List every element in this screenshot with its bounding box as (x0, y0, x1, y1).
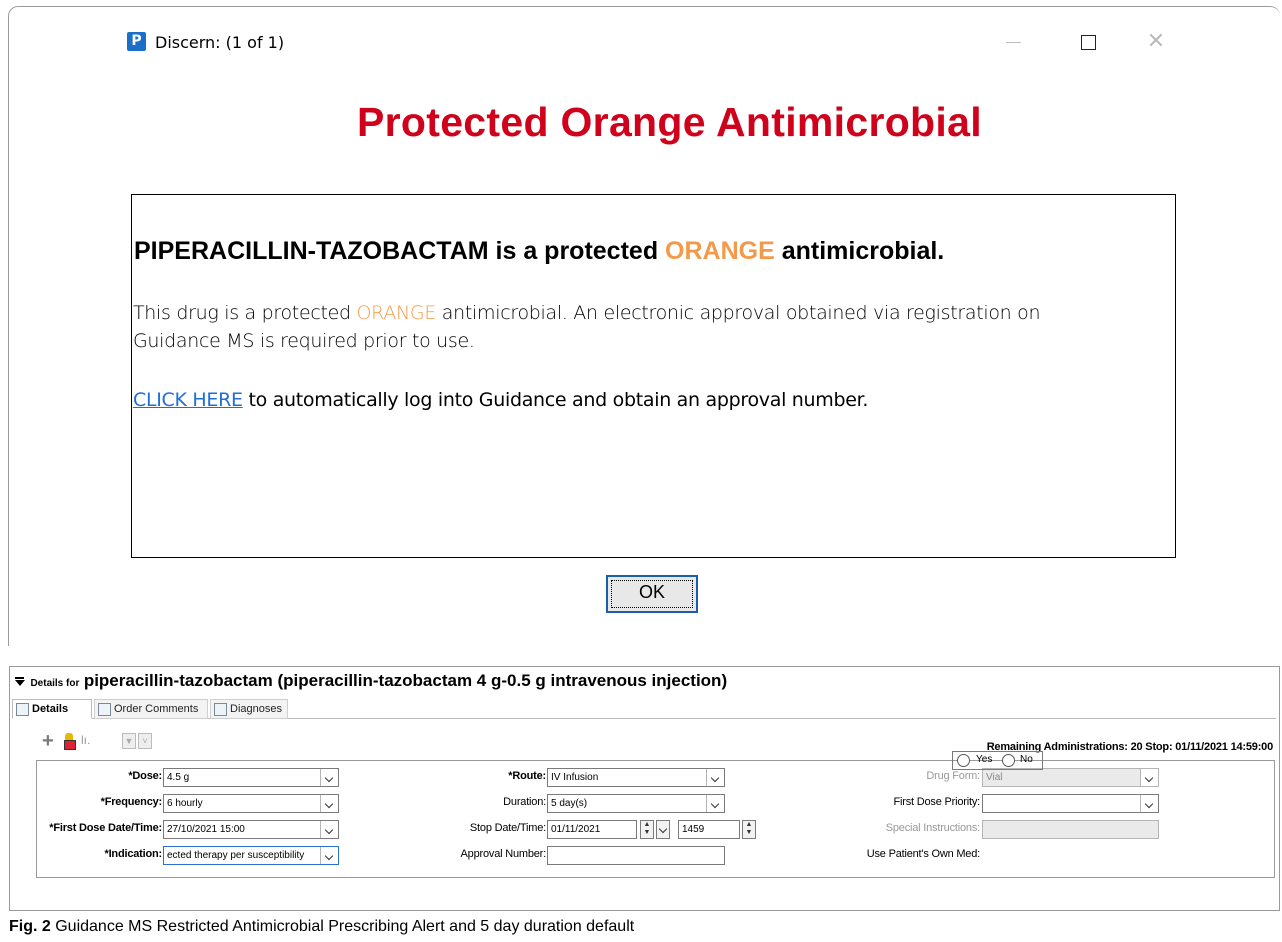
headline-part-2: antimicrobial. (774, 237, 945, 265)
approval-number-label: Approval Number: (460, 848, 547, 860)
duration-field[interactable]: 5 day(s) (547, 794, 725, 813)
dose-field[interactable]: 4.5 g (163, 768, 339, 787)
app-icon: P (127, 32, 146, 51)
tab-details-label: Details (32, 703, 69, 715)
figure-caption-text: Guidance MS Restricted Antimicrobial Pre… (50, 918, 635, 935)
frequency-field[interactable]: 6 hourly (163, 794, 339, 813)
discern-dialog: P Discern: (1 of 1) ✕ Protected Orange A… (8, 6, 1280, 646)
click-here-link[interactable]: CLICK HERE (133, 389, 243, 411)
duration-label: Duration: (503, 796, 546, 808)
title-bar: P Discern: (1 of 1) ✕ (9, 7, 1280, 75)
body-part-1: This drug is a protected (133, 302, 357, 324)
approval-number-input[interactable] (547, 846, 725, 865)
comments-tab-icon (98, 703, 111, 716)
own-med-no-radio[interactable] (1002, 754, 1015, 767)
special-instructions-label: Special Instructions: (885, 822, 980, 834)
chart-icon[interactable]: lı. (81, 733, 90, 747)
chevron-down-icon (1140, 769, 1158, 786)
tab-order-comments-label: Order Comments (114, 703, 199, 715)
maximize-icon[interactable] (1075, 29, 1101, 55)
frequency-label: *Frequency: (100, 796, 163, 808)
chevron-down-icon[interactable] (706, 769, 724, 786)
own-med-label: Use Patient's Own Med: (866, 848, 980, 860)
first-dose-field[interactable]: 27/10/2021 15:00 (163, 820, 339, 839)
window-title: Discern: (1 of 1) (155, 33, 285, 52)
indication-label: *Indication: (104, 848, 163, 860)
minimize-icon[interactable] (1001, 29, 1027, 55)
alert-message-body: This drug is a protected ORANGE antimicr… (133, 299, 1133, 355)
stop-date-label: Stop Date/Time: (469, 822, 546, 834)
alert-message-headline: PIPERACILLIN-TAZOBACTAM is a protected O… (134, 237, 944, 266)
chevron-down-icon[interactable] (320, 769, 338, 786)
stop-date-stepper[interactable]: ▲ ▼ (640, 820, 654, 839)
own-med-radio-group: Yes No (952, 751, 1043, 770)
drug-form-field: Vial (982, 768, 1159, 787)
move-down-icon[interactable]: ▼ (122, 733, 136, 749)
route-label: *Route: (508, 770, 546, 782)
first-dose-priority-field[interactable] (982, 794, 1159, 813)
details-tab-icon (16, 703, 29, 716)
route-field[interactable]: IV Infusion (547, 768, 725, 787)
indication-field[interactable]: ected therapy per susceptibility (163, 846, 339, 865)
own-med-no-label: No (1020, 754, 1033, 765)
chevron-down-icon[interactable] (320, 821, 338, 838)
tab-order-comments[interactable]: Order Comments (94, 699, 208, 719)
special-instructions-field (982, 820, 1159, 839)
chevron-down-icon[interactable] (1140, 795, 1158, 812)
own-med-yes-label: Yes (976, 754, 993, 765)
stop-date-calendar-dropdown[interactable] (656, 820, 670, 839)
indication-value: ected therapy per susceptibility (167, 850, 305, 861)
duration-value: 5 day(s) (551, 798, 588, 809)
route-value: IV Infusion (551, 772, 599, 783)
order-name: piperacillin-tazobactam (piperacillin-ta… (83, 671, 728, 690)
tab-diagnoses[interactable]: Diagnoses (210, 699, 288, 719)
chevron-down-icon[interactable] (320, 847, 338, 864)
first-dose-priority-label: First Dose Priority: (893, 796, 981, 808)
details-header: Details for piperacillin-tazobactam (pip… (14, 671, 727, 691)
stop-date-field[interactable]: 01/11/2021 (547, 820, 637, 839)
dose-label: *Dose: (128, 770, 162, 782)
figure-number: Fig. 2 (9, 918, 51, 935)
chevron-down-icon[interactable] (706, 795, 724, 812)
stop-time-field[interactable]: 1459 (678, 820, 740, 839)
stop-time-stepper[interactable]: ▲ ▼ (742, 820, 756, 839)
details-prefix: Details for (30, 678, 80, 689)
first-dose-value: 27/10/2021 15:00 (167, 824, 245, 835)
alert-message-box: PIPERACILLIN-TAZOBACTAM is a protected O… (131, 194, 1176, 558)
expand-icon[interactable]: ˅ (138, 733, 152, 749)
alert-heading: Protected Orange Antimicrobial (357, 99, 982, 145)
collapse-icon[interactable] (14, 677, 26, 687)
order-form: *Dose: 4.5 g *Frequency: 6 hourly *First… (36, 760, 1275, 878)
add-icon[interactable]: + (42, 731, 54, 751)
dose-value: 4.5 g (167, 772, 190, 783)
order-details-panel: Details for piperacillin-tazobactam (pip… (9, 666, 1280, 911)
link-description: to automatically log into Guidance and o… (242, 389, 869, 411)
first-dose-label: *First Dose Date/Time: (49, 822, 162, 834)
drug-form-value: Vial (986, 772, 1003, 783)
medication-icon[interactable] (63, 733, 76, 750)
headline-part-1: PIPERACILLIN-TAZOBACTAM is a protected (134, 237, 666, 265)
drug-form-label: Drug Form: (926, 770, 980, 782)
alert-link-line: CLICK HERE to automatically log into Gui… (133, 389, 868, 411)
figure-caption: Fig. 2 Guidance MS Restricted Antimicrob… (9, 918, 634, 936)
own-med-yes-radio[interactable] (957, 754, 970, 767)
tab-diagnoses-label: Diagnoses (230, 703, 282, 715)
close-icon[interactable]: ✕ (1143, 29, 1169, 55)
diagnoses-tab-icon (214, 703, 227, 716)
body-orange-word: ORANGE (356, 302, 437, 324)
ok-button[interactable]: OK (606, 575, 698, 613)
frequency-value: 6 hourly (167, 798, 203, 809)
tab-details[interactable]: Details (12, 699, 92, 719)
details-tabs: Details Order Comments Diagnoses (12, 699, 1276, 719)
chevron-down-icon[interactable] (320, 795, 338, 812)
headline-orange-word: ORANGE (665, 237, 775, 265)
